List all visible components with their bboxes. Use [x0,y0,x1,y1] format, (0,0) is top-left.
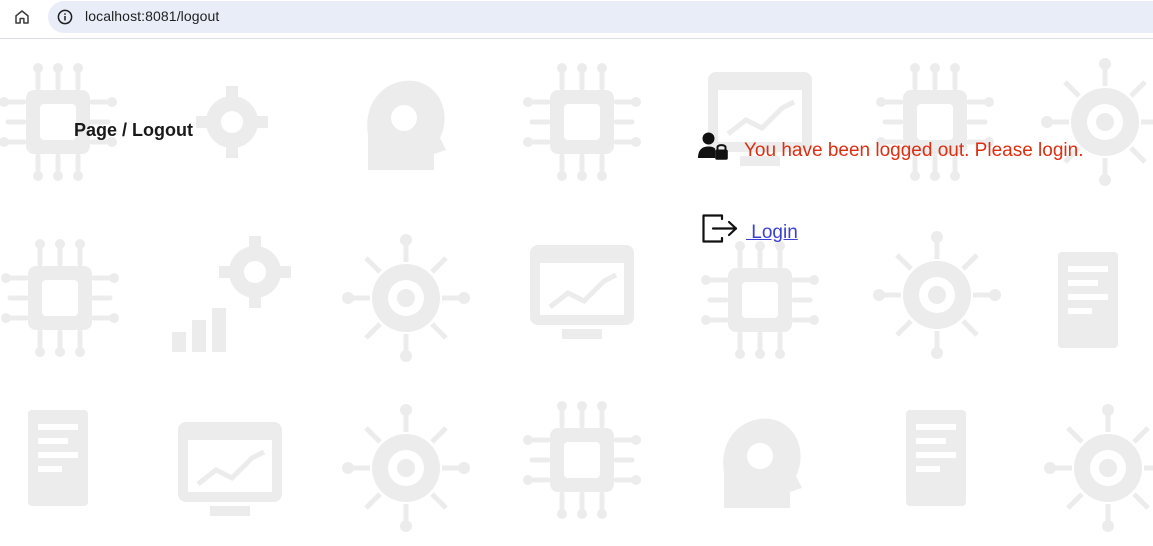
logout-arrow-icon [702,213,738,243]
url-text[interactable]: localhost:8081/logout [85,8,219,24]
logout-message-text: You have been logged out. Please login. [744,140,1084,161]
home-icon [15,10,29,24]
login-link[interactable]: Login [746,222,798,244]
breadcrumb: Page / Logout [74,120,193,140]
login-link-row[interactable]: Login [701,212,798,244]
logout-message: You have been logged out. Please login. [698,130,1083,162]
user-lock-icon [698,132,728,160]
info-icon[interactable] [56,8,74,26]
browser-toolbar: localhost:8081/logout [0,0,1153,39]
home-button[interactable] [10,5,34,29]
ai-pattern-graphic [0,40,1153,546]
address-bar[interactable]: localhost:8081/logout [48,1,1153,33]
background-pattern [0,40,1153,546]
